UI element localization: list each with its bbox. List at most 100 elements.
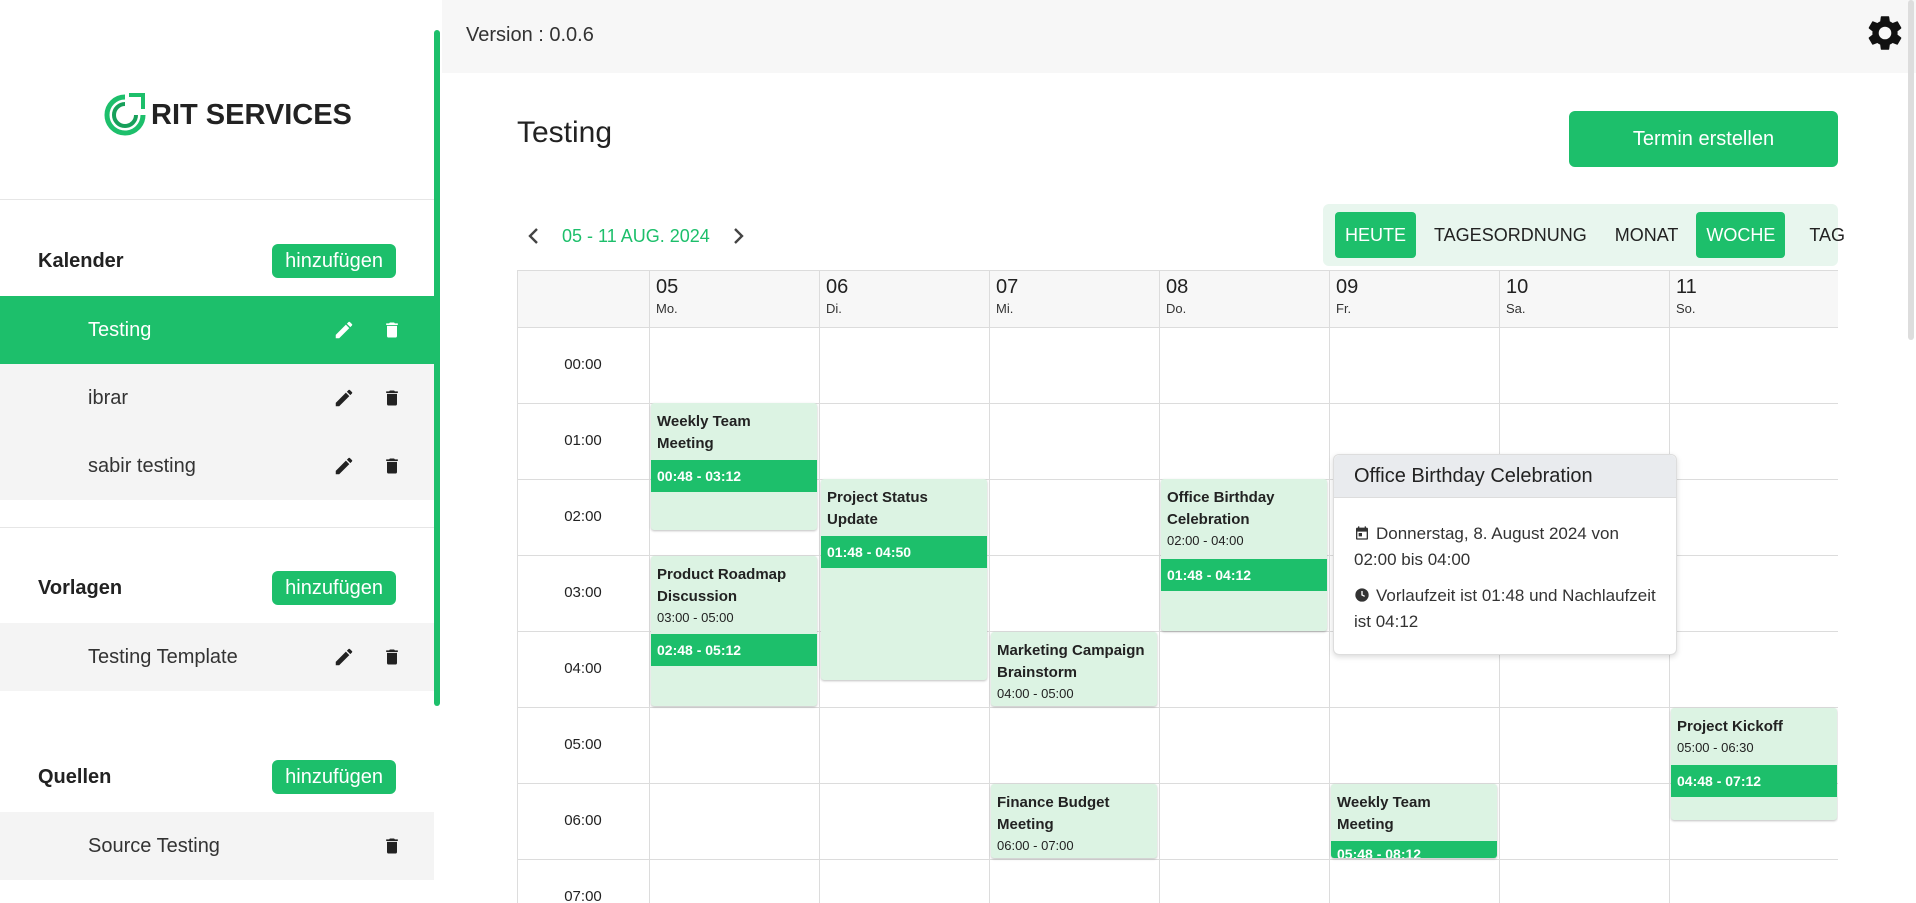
date-navigation: 05 - 11 AUG. 2024 (522, 221, 750, 251)
event-time: 03:00 - 05:00 (657, 610, 734, 625)
sources-header: Quellen hinzufügen (0, 758, 434, 796)
event-project-status-update[interactable]: Project Status Update 02:00 - 04:40 01:4… (821, 479, 987, 680)
day-name: Sa. (1506, 301, 1526, 316)
version-label: Version : 0.0.6 (466, 24, 594, 46)
calendar-item-label: ibrar (88, 386, 129, 409)
time-label: 05:00 (564, 736, 602, 753)
edit-icon[interactable] (332, 386, 356, 410)
event-time: 04:00 - 05:00 (997, 686, 1074, 701)
day-number: 05 (656, 276, 679, 298)
divider (0, 527, 434, 528)
tooltip-buffer-text: Vorlaufzeit ist 01:48 und Nachlaufzeit i… (1354, 586, 1656, 631)
event-buffer: 01:48 - 04:50 (821, 536, 987, 568)
time-label: 07:00 (564, 888, 602, 903)
event-title: Product Roadmap Discussion (657, 566, 787, 605)
event-office-birthday-celebration[interactable]: Office Birthday Celebration 02:00 - 04:0… (1161, 479, 1327, 631)
day-number: 09 (1336, 276, 1359, 298)
sidebar-scrollbar[interactable] (434, 30, 440, 706)
delete-icon[interactable] (380, 834, 404, 858)
calendar-item-label: sabir testing (88, 454, 196, 477)
logo: RIT SERVICES (103, 90, 352, 140)
logo-text: RIT SERVICES (151, 98, 352, 131)
time-label: 06:00 (564, 812, 602, 829)
event-product-roadmap-discussion[interactable]: Product Roadmap Discussion 03:00 - 05:00… (651, 556, 817, 706)
event-weekly-team-meeting-fri[interactable]: Weekly Team Meeting 06:00 - 07:00 05:48 … (1331, 784, 1497, 858)
time-label: 02:00 (564, 508, 602, 525)
day-number: 08 (1166, 276, 1189, 298)
day-name: Mo. (656, 301, 678, 316)
event-project-kickoff[interactable]: Project Kickoff 05:00 - 06:30 04:48 - 07… (1671, 708, 1837, 820)
view-month-button[interactable]: MONAT (1605, 212, 1689, 258)
delete-icon[interactable] (380, 386, 404, 410)
event-buffer: 01:48 - 04:12 (1161, 559, 1327, 591)
view-week-button[interactable]: WOCHE (1696, 212, 1786, 258)
grid-line (819, 270, 820, 903)
calendar-item-testing[interactable]: Testing (0, 296, 434, 364)
grid-line (989, 270, 990, 903)
calendar-item-ibrar[interactable]: ibrar (0, 364, 434, 432)
event-finance-budget-meeting[interactable]: Finance Budget Meeting 06:00 - 07:00 (991, 784, 1157, 858)
view-today-button[interactable]: HEUTE (1335, 212, 1417, 258)
templates-header: Vorlagen hinzufügen (0, 569, 434, 607)
view-agenda-button[interactable]: TAGESORDNUNG (1424, 212, 1597, 258)
event-title: Weekly Team Meeting (1337, 794, 1431, 833)
edit-icon[interactable] (332, 454, 356, 478)
day-name: Mi. (996, 301, 1014, 316)
day-header-sat[interactable]: 10 Sa. (1500, 276, 1528, 316)
delete-icon[interactable] (380, 645, 404, 669)
edit-icon[interactable] (332, 645, 356, 669)
event-time: 02:00 - 04:00 (1167, 533, 1244, 548)
day-name: So. (1676, 301, 1696, 316)
grid-line (518, 270, 1838, 271)
calendar-item-sabir-testing[interactable]: sabir testing (0, 432, 434, 500)
time-label: 03:00 (564, 584, 602, 601)
tooltip-date-text: Donnerstag, 8. August 2024 von 02:00 bis… (1354, 524, 1619, 569)
create-appointment-button[interactable]: Termin erstellen (1569, 111, 1838, 167)
day-header-wed[interactable]: 07 Mi. (990, 276, 1018, 316)
date-range-label: 05 - 11 AUG. 2024 (562, 225, 710, 246)
day-header-fri[interactable]: 09 Fr. (1330, 276, 1358, 316)
top-bar: Version : 0.0.6 (442, 0, 1916, 73)
tooltip-buffer-row: Vorlaufzeit ist 01:48 und Nachlaufzeit i… (1354, 583, 1664, 635)
main-scrollbar[interactable] (1908, 0, 1914, 340)
grid-line (649, 270, 650, 903)
event-time: 06:00 - 07:00 (997, 838, 1074, 853)
day-header-sun[interactable]: 11 So. (1670, 276, 1697, 316)
templates-title: Vorlagen (38, 576, 123, 599)
sources-title: Quellen (38, 765, 112, 788)
source-item-label: Source Testing (88, 834, 220, 857)
delete-icon[interactable] (380, 454, 404, 478)
day-header-tue[interactable]: 06 Di. (820, 276, 848, 316)
event-title: Project Kickoff (1677, 718, 1783, 735)
day-header-mon[interactable]: 05 Mo. (650, 276, 678, 316)
event-buffer: 00:48 - 03:12 (651, 460, 817, 492)
source-item-source-testing[interactable]: Source Testing (0, 812, 434, 880)
calendar-icon (1356, 526, 1368, 540)
event-weekly-team-meeting-mon[interactable]: Weekly Team Meeting 01:00 - 02:40 00:48 … (651, 403, 817, 530)
day-number: 06 (826, 276, 849, 298)
logo-mark-icon (104, 93, 146, 136)
add-calendar-button[interactable]: hinzufügen (272, 244, 396, 278)
view-day-button[interactable]: TAG (1793, 212, 1861, 258)
day-header-thu[interactable]: 08 Do. (1160, 276, 1188, 316)
delete-icon[interactable] (380, 318, 404, 342)
grid-line (518, 783, 1838, 784)
day-name: Fr. (1336, 301, 1352, 316)
chevron-right-icon[interactable] (726, 224, 750, 248)
event-buffer: 04:48 - 07:12 (1671, 765, 1837, 797)
calendars-title: Kalender (38, 249, 124, 272)
event-tooltip: Office Birthday Celebration Donnerstag, … (1333, 454, 1677, 655)
event-time: 05:00 - 06:30 (1677, 740, 1754, 755)
gear-icon[interactable] (1864, 12, 1906, 54)
event-title: Marketing Campaign Brainstorm (997, 642, 1145, 681)
add-template-button[interactable]: hinzufügen (272, 571, 396, 605)
edit-icon[interactable] (332, 318, 356, 342)
tooltip-title: Office Birthday Celebration (1334, 455, 1676, 498)
time-label: 00:00 (564, 356, 602, 373)
template-item-testing-template[interactable]: Testing Template (0, 623, 434, 691)
time-label: 01:00 (564, 432, 602, 449)
add-source-button[interactable]: hinzufügen (272, 760, 396, 794)
grid-line (1159, 270, 1160, 903)
chevron-left-icon[interactable] (522, 224, 546, 248)
event-marketing-campaign-brainstorm[interactable]: Marketing Campaign Brainstorm 04:00 - 05… (991, 632, 1157, 706)
